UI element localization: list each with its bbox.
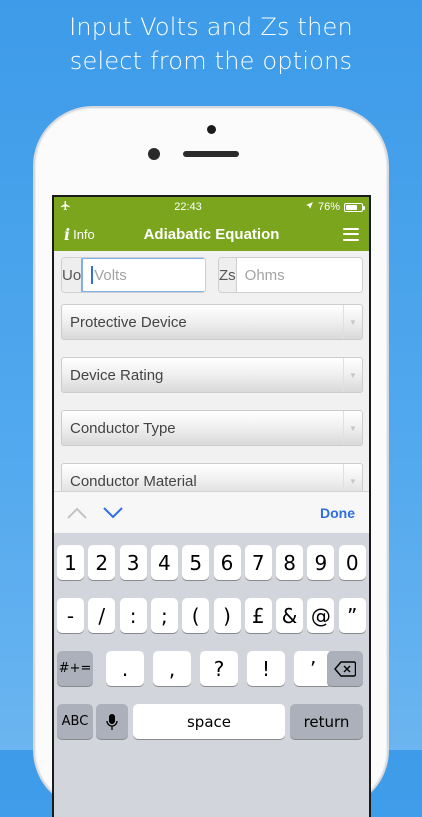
select-label: Conductor Material bbox=[70, 472, 197, 490]
key-punctuation[interactable]: , bbox=[153, 651, 191, 686]
key-symbol[interactable]: ( bbox=[182, 598, 210, 633]
caption-line-2: select from the options bbox=[69, 47, 353, 75]
uo-input-group: Uo bbox=[61, 257, 206, 293]
chevron-down-icon[interactable] bbox=[102, 502, 124, 524]
key-6[interactable]: 7 bbox=[244, 545, 272, 580]
info-icon: i bbox=[64, 224, 71, 244]
numeric-keyboard: 1 2 3 4 5 6 7 8 9 0- /:;() £ & @” #+=.,?!’ ABC space retu… bbox=[54, 533, 369, 817]
page-title: Adiabatic Equation bbox=[143, 225, 280, 243]
earpiece-speaker bbox=[183, 151, 239, 157]
airplane-icon bbox=[60, 200, 71, 214]
key-symbol[interactable]: / bbox=[88, 598, 116, 633]
location-arrow-icon bbox=[305, 201, 314, 213]
microphone-icon[interactable] bbox=[96, 704, 128, 739]
zs-label: Zs bbox=[219, 258, 237, 292]
conductor-type-select[interactable]: Conductor Type ▼ bbox=[61, 410, 363, 446]
key-symbol[interactable]: : bbox=[119, 598, 147, 633]
info-button[interactable]: i Info bbox=[64, 225, 95, 244]
key-symbol[interactable]: @ bbox=[307, 598, 335, 633]
select-label: Device Rating bbox=[70, 366, 164, 384]
backspace-icon[interactable] bbox=[327, 651, 363, 686]
chevron-up-icon[interactable] bbox=[66, 502, 88, 524]
uo-field-focus bbox=[81, 258, 205, 292]
key-symbol[interactable]: - bbox=[57, 598, 84, 633]
promo-caption: Input Volts and Zs then select from the … bbox=[0, 10, 422, 78]
key-2[interactable]: 3 bbox=[119, 545, 147, 580]
mode-switch-key[interactable]: #+= bbox=[57, 651, 93, 686]
volts-input[interactable] bbox=[93, 259, 205, 291]
done-button[interactable]: Done bbox=[320, 492, 355, 534]
front-camera-dot bbox=[207, 125, 216, 134]
info-label: Info bbox=[73, 226, 95, 242]
key-symbol[interactable]: ” bbox=[338, 598, 366, 633]
key-symbol[interactable]: £ bbox=[244, 598, 272, 633]
chevron-down-icon: ▼ bbox=[343, 305, 362, 339]
key-punctuation[interactable]: ? bbox=[200, 651, 238, 686]
abc-key[interactable]: ABC bbox=[57, 704, 93, 739]
key-symbol[interactable]: ) bbox=[213, 598, 241, 633]
chevron-down-icon: ▼ bbox=[343, 358, 362, 392]
key-1[interactable]: 2 bbox=[88, 545, 116, 580]
nav-bar: i Info Adiabatic Equation bbox=[54, 217, 369, 251]
status-bar: 22:43 76% bbox=[54, 197, 369, 217]
ohms-input[interactable] bbox=[236, 258, 362, 292]
input-row: Uo Zs bbox=[61, 257, 363, 293]
calculator-form: Uo Zs Protective Device ▼ Device Rating … bbox=[54, 251, 369, 491]
key-8[interactable]: 9 bbox=[307, 545, 335, 580]
select-label: Conductor Type bbox=[70, 419, 176, 437]
hamburger-menu-icon[interactable] bbox=[343, 227, 359, 241]
key-symbol[interactable]: ; bbox=[150, 598, 178, 633]
caption-line-1: Input Volts and Zs then bbox=[69, 13, 353, 41]
key-5[interactable]: 6 bbox=[213, 545, 241, 580]
key-0[interactable]: 1 bbox=[57, 545, 84, 580]
status-right: 76% bbox=[305, 201, 365, 213]
key-9[interactable]: 0 bbox=[338, 545, 366, 580]
chevron-down-icon: ▼ bbox=[343, 411, 362, 445]
keyboard-accessory-bar: Done bbox=[54, 491, 369, 533]
chevron-down-icon: ▼ bbox=[343, 464, 362, 491]
battery-icon bbox=[344, 202, 365, 212]
protective-device-select[interactable]: Protective Device ▼ bbox=[61, 304, 363, 340]
return-key[interactable]: return bbox=[290, 704, 363, 739]
battery-percent: 76% bbox=[317, 201, 340, 213]
status-time: 22:43 bbox=[174, 201, 202, 213]
front-camera bbox=[148, 148, 160, 160]
phone-screen: 22:43 76% i Info Adiabatic Equation Uo V… bbox=[52, 195, 371, 817]
key-punctuation[interactable]: ! bbox=[247, 651, 285, 686]
zs-input-group: Zs bbox=[218, 257, 363, 293]
device-rating-select[interactable]: Device Rating ▼ bbox=[61, 357, 363, 393]
key-punctuation[interactable]: . bbox=[106, 651, 144, 686]
uo-label: Uo bbox=[62, 258, 83, 292]
space-key[interactable]: space bbox=[133, 704, 285, 739]
key-3[interactable]: 4 bbox=[150, 545, 178, 580]
select-label: Protective Device bbox=[70, 313, 187, 331]
phone-frame: 22:43 76% i Info Adiabatic Equation Uo V… bbox=[35, 108, 387, 817]
key-7[interactable]: 8 bbox=[276, 545, 304, 580]
key-symbol[interactable]: & bbox=[276, 598, 304, 633]
key-4[interactable]: 5 bbox=[182, 545, 210, 580]
conductor-material-select[interactable]: Conductor Material ▼ bbox=[61, 463, 363, 491]
